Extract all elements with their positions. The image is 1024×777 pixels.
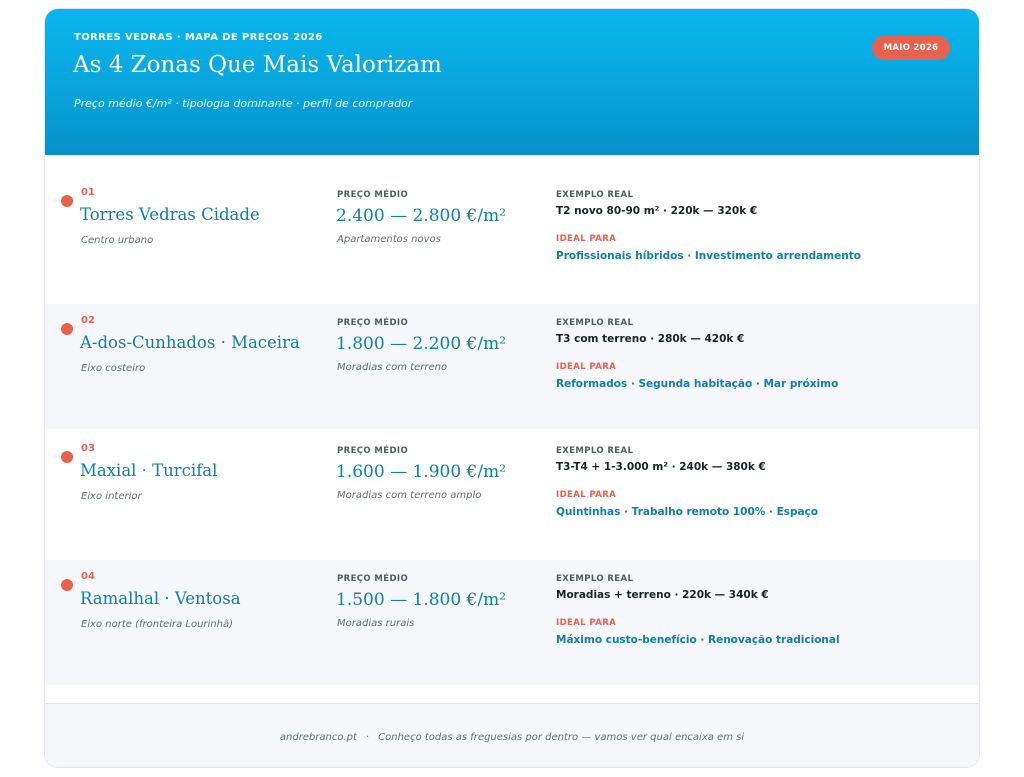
price-label: PREÇO MÉDIO xyxy=(337,574,409,584)
zone-price: 2.400 — 2.800 €/m² xyxy=(336,206,507,226)
zone-subtitle: Eixo norte (fronteira Lourinhã) xyxy=(81,619,234,630)
zone-subtitle: Eixo costeiro xyxy=(81,363,146,374)
zone-ideal-for: Máximo custo-benefício · Renovação tradi… xyxy=(556,634,840,646)
example-label: EXEMPLO REAL xyxy=(556,574,634,584)
zone-row: 04 Ramalhal · Ventosa Eixo norte (fronte… xyxy=(45,560,979,685)
price-map-card: TORRES VEDRAS · MAPA DE PREÇOS 2026 As 4… xyxy=(44,8,980,768)
example-label: EXEMPLO REAL xyxy=(556,190,634,200)
zone-number: 04 xyxy=(81,571,95,582)
ideal-label: IDEAL PARA xyxy=(556,234,617,244)
price-label: PREÇO MÉDIO xyxy=(337,446,409,456)
date-badge: MAIO 2026 xyxy=(872,36,950,60)
zone-row: 03 Maxial · Turcifal Eixo interior PREÇO… xyxy=(45,429,979,560)
zone-ideal-for: Quintinhas · Trabalho remoto 100% · Espa… xyxy=(556,506,819,518)
zone-name: Torres Vedras Cidade xyxy=(80,205,260,224)
ideal-label: IDEAL PARA xyxy=(556,618,617,628)
zone-ideal-for: Reformados · Segunda habitação · Mar pró… xyxy=(556,378,839,390)
zone-price: 1.800 — 2.200 €/m² xyxy=(336,334,507,354)
zone-number: 03 xyxy=(81,443,95,454)
header-banner: TORRES VEDRAS · MAPA DE PREÇOS 2026 As 4… xyxy=(45,9,979,155)
bullet-dot-icon xyxy=(61,451,73,463)
zone-price: 1.600 — 1.900 €/m² xyxy=(336,462,507,482)
zone-ideal-for: Profissionais híbridos · Investimento ar… xyxy=(556,250,861,262)
page-title: As 4 Zonas Que Mais Valorizam xyxy=(73,52,442,78)
bullet-dot-icon xyxy=(61,579,73,591)
example-label: EXEMPLO REAL xyxy=(556,446,634,456)
ideal-label: IDEAL PARA xyxy=(556,362,617,372)
header-subtitle: Preço médio €/m² · tipologia dominante ·… xyxy=(74,97,413,110)
zone-example: Moradias + terreno · 220k — 340k € xyxy=(556,589,769,601)
zone-price-description: Moradias com terreno xyxy=(337,362,448,373)
zone-price: 1.500 — 1.800 €/m² xyxy=(336,590,507,610)
ideal-label: IDEAL PARA xyxy=(556,490,617,500)
zone-row: 01 Torres Vedras Cidade Centro urbano PR… xyxy=(45,155,979,304)
zone-name: Ramalhal · Ventosa xyxy=(80,589,241,608)
example-label: EXEMPLO REAL xyxy=(556,318,634,328)
zone-example: T3 com terreno · 280k — 420k € xyxy=(556,333,745,345)
zone-number: 01 xyxy=(81,187,95,198)
zone-subtitle: Centro urbano xyxy=(81,235,154,246)
zone-name: Maxial · Turcifal xyxy=(80,461,218,480)
footer-message: Conheço todas as freguesias por dentro —… xyxy=(378,731,745,743)
footer-site-link[interactable]: andrebranco.pt xyxy=(280,732,357,743)
bullet-dot-icon xyxy=(61,323,73,335)
zone-price-description: Moradias rurais xyxy=(337,618,415,629)
price-label: PREÇO MÉDIO xyxy=(337,318,409,328)
zone-price-description: Apartamentos novos xyxy=(337,234,441,245)
footer-separator: · xyxy=(365,731,370,743)
bullet-dot-icon xyxy=(61,195,73,207)
zone-row: 02 A-dos-Cunhados · Maceira Eixo costeir… xyxy=(45,304,979,429)
footer: andrebranco.pt · Conheço todas as fregue… xyxy=(45,703,979,767)
zone-name: A-dos-Cunhados · Maceira xyxy=(80,333,300,352)
header-eyebrow: TORRES VEDRAS · MAPA DE PREÇOS 2026 xyxy=(74,32,323,43)
zone-number: 02 xyxy=(81,315,95,326)
zone-subtitle: Eixo interior xyxy=(81,491,142,502)
zone-price-description: Moradias com terreno amplo xyxy=(337,490,482,501)
price-label: PREÇO MÉDIO xyxy=(337,190,409,200)
zone-example: T2 novo 80-90 m² · 220k — 320k € xyxy=(556,205,758,217)
zone-example: T3-T4 + 1-3.000 m² · 240k — 380k € xyxy=(556,461,766,473)
